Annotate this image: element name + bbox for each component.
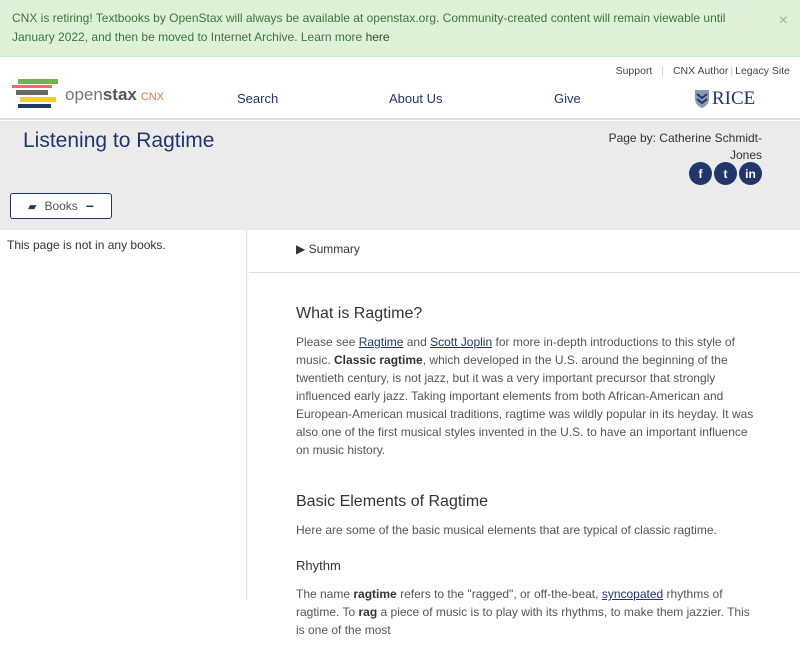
- retirement-banner: CNX is retiring! Textbooks by OpenStax w…: [0, 0, 800, 57]
- site-header: Support | CNX Author | Legacy Site opensta…: [0, 57, 800, 120]
- rice-logo[interactable]: RICE: [694, 88, 755, 110]
- inline-link[interactable]: Ragtime: [359, 335, 404, 349]
- rice-shield-icon: [695, 90, 709, 108]
- page-author: Page by: Catherine Schmidt-Jones: [608, 131, 762, 162]
- inline-link[interactable]: syncopated: [602, 587, 663, 601]
- openstax-cnx-logo[interactable]: openstax CNX: [12, 79, 172, 115]
- banner-link-here[interactable]: here: [366, 30, 390, 44]
- facebook-icon[interactable]: f: [689, 162, 712, 185]
- minus-icon: −: [85, 198, 94, 214]
- support-link[interactable]: Support: [616, 65, 653, 77]
- text-run: Here are some of the basic musical eleme…: [296, 523, 717, 537]
- inline-link[interactable]: Scott Joplin: [430, 335, 492, 349]
- paragraph: The name ragtime refers to the "ragged",…: [296, 585, 756, 639]
- legacy-site-link[interactable]: Legacy Site: [735, 65, 790, 77]
- utility-links: Support | CNX Author | Legacy Site: [615, 65, 790, 77]
- nav-search[interactable]: Search: [237, 91, 278, 106]
- book-icon: ▰: [27, 200, 37, 213]
- close-icon[interactable]: ×: [779, 11, 788, 30]
- text-run: refers to the "ragged", or off-the-beat,: [396, 587, 602, 601]
- text-run: , which developed in the U.S. around the…: [296, 353, 754, 457]
- sidebar-text: This page is not in any books.: [7, 238, 166, 252]
- twitter-icon[interactable]: t: [714, 162, 737, 185]
- books-button[interactable]: ▰ Books −: [10, 193, 112, 219]
- heading-what-is-ragtime: What is Ragtime?: [296, 305, 423, 322]
- summary-label: ▶ Summary: [296, 242, 360, 256]
- cnx-author-link[interactable]: CNX Author: [673, 65, 728, 77]
- bold-term: rag: [358, 605, 378, 619]
- text-run: and: [403, 335, 431, 349]
- books-sidebar: This page is not in any books.: [0, 230, 247, 600]
- bold-term: ragtime: [353, 587, 397, 601]
- page-title: Listening to Ragtime: [23, 129, 215, 152]
- nav-give[interactable]: Give: [554, 91, 581, 106]
- books-label: Books: [44, 199, 78, 213]
- paragraph: Here are some of the basic musical eleme…: [296, 521, 756, 539]
- heading-rhythm: Rhythm: [296, 558, 341, 573]
- text-run: The name: [296, 587, 354, 601]
- paragraph: Please see Ragtime and Scott Joplin for …: [296, 333, 756, 459]
- bold-term: Classic ragtime: [334, 353, 423, 367]
- text-run: Please see: [296, 335, 359, 349]
- nav-about-us[interactable]: About Us: [389, 91, 442, 106]
- summary-toggle[interactable]: ▶ Summary: [249, 230, 800, 273]
- page-header-area: Listening to Ragtime Page by: Catherine …: [0, 121, 800, 230]
- heading-basic-elements: Basic Elements of Ragtime: [296, 493, 489, 510]
- page-content: What is Ragtime? Please see Ragtime and …: [296, 305, 756, 649]
- linkedin-icon[interactable]: in: [739, 162, 762, 185]
- social-share: f t in: [689, 162, 762, 185]
